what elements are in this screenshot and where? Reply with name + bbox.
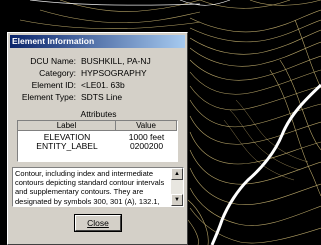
field-value: BUSHKILL, PA-NJ <box>81 56 151 66</box>
scroll-up-icon[interactable]: ▲ <box>171 168 183 180</box>
field-element-id: Element ID: <LE01. 63b <box>8 80 189 90</box>
field-label: DCU Name: <box>30 56 76 66</box>
scroll-down-icon[interactable]: ▼ <box>171 194 183 206</box>
field-element-type: Element Type: SDTS Line <box>8 92 189 102</box>
field-category: Category: HYPSOGRAPHY <box>8 68 189 78</box>
dialog-title: Element Information <box>10 35 185 48</box>
field-dcu-name: DCU Name: BUSHKILL, PA-NJ <box>8 56 189 66</box>
description-scrollbar[interactable]: ▲ ▼ <box>171 168 183 206</box>
description-text: Contour, including index and intermediat… <box>15 169 165 206</box>
field-label: Element Type: <box>21 92 76 102</box>
attributes-heading: Attributes <box>80 109 117 119</box>
field-label: Category: <box>39 68 76 78</box>
field-label: Element ID: <box>31 80 76 90</box>
description-box[interactable]: Contour, including index and intermediat… <box>12 167 184 207</box>
close-button-label: Close <box>87 218 109 228</box>
field-value: HYPSOGRAPHY <box>81 68 147 78</box>
field-value: SDTS Line <box>81 92 123 102</box>
cell-label: ENTITY_LABEL <box>36 141 98 151</box>
column-header-value[interactable]: Value <box>116 121 177 131</box>
cell-value: 0200200 <box>129 141 164 151</box>
close-button[interactable]: Close <box>74 214 122 232</box>
element-information-dialog: Element Information DCU Name: BUSHKILL, … <box>7 32 188 245</box>
field-value: <LE01. 63b <box>81 80 125 90</box>
column-header-label[interactable]: Label <box>18 121 116 131</box>
attributes-table[interactable]: Label Value ELEVATION 1000 feet ENTITY_L… <box>17 120 178 162</box>
